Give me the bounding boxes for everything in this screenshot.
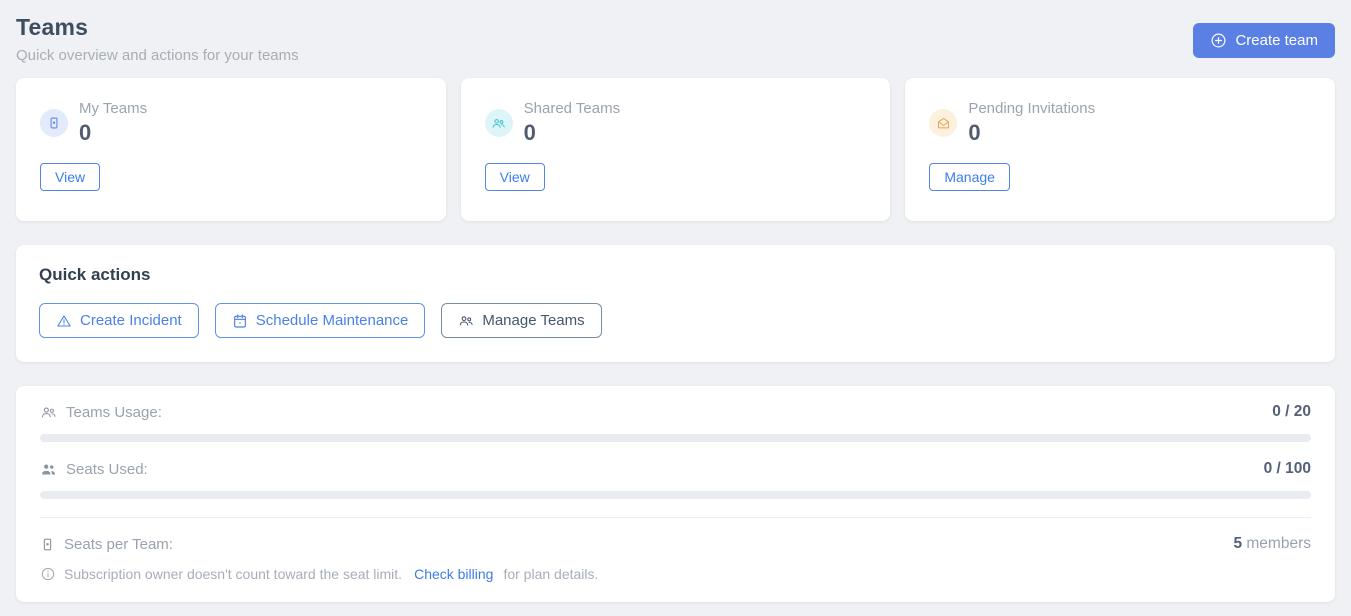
teams-usage-row: Teams Usage: 0 / 20 <box>40 403 1311 421</box>
seat-limit-note-suffix: for plan details. <box>503 566 598 582</box>
page-header-text: Teams Quick overview and actions for you… <box>16 14 299 64</box>
stat-card-value: 0 <box>524 120 620 146</box>
stat-card-top: My Teams 0 <box>40 100 422 146</box>
manage-invitations-button[interactable]: Manage <box>929 163 1010 191</box>
check-billing-link[interactable]: Check billing <box>414 566 493 582</box>
seats-per-team-value: 5 members <box>1233 535 1311 553</box>
stat-card-pending-invitations: Pending Invitations 0 Manage <box>905 78 1335 221</box>
view-my-teams-button[interactable]: View <box>40 163 100 191</box>
people-filled-icon <box>40 461 57 478</box>
usage-panel: Teams Usage: 0 / 20 Seats Used: 0 / 100 <box>16 386 1335 602</box>
group-outline-icon <box>40 404 57 421</box>
stat-card-shared-teams: Shared Teams 0 View <box>461 78 891 221</box>
manage-teams-button[interactable]: Manage Teams <box>441 303 601 338</box>
teams-usage-value: 0 / 20 <box>1272 403 1311 421</box>
stat-card-label: Pending Invitations <box>968 100 1095 117</box>
plus-circle-icon <box>1210 32 1227 49</box>
page-header: Teams Quick overview and actions for you… <box>16 14 1335 64</box>
calendar-icon <box>232 313 248 329</box>
stat-card-label: Shared Teams <box>524 100 620 117</box>
page-title: Teams <box>16 14 299 41</box>
stat-card-top: Pending Invitations 0 <box>929 100 1311 146</box>
stat-card-value: 0 <box>968 120 1095 146</box>
open-envelope-icon <box>929 109 957 137</box>
stat-card-my-teams: My Teams 0 View <box>16 78 446 221</box>
seats-used-label-group: Seats Used: <box>40 461 148 478</box>
teams-usage-progress-bar <box>40 434 1311 442</box>
create-incident-label: Create Incident <box>80 312 182 329</box>
create-team-button[interactable]: Create team <box>1193 23 1335 58</box>
stat-card-label: My Teams <box>79 100 147 117</box>
quick-actions-title: Quick actions <box>39 265 1312 285</box>
seats-per-team-label: Seats per Team: <box>64 536 173 553</box>
stat-cards-row: My Teams 0 View Shared Teams 0 View <box>16 78 1335 221</box>
seat-limit-note-text: Subscription owner doesn't count toward … <box>64 566 402 582</box>
seats-per-team-row: Seats per Team: 5 members <box>40 535 1311 553</box>
badge-icon <box>40 537 55 552</box>
seats-per-team-unit: members <box>1242 535 1311 552</box>
seats-used-row: Seats Used: 0 / 100 <box>40 460 1311 478</box>
create-incident-button[interactable]: Create Incident <box>39 303 199 338</box>
stat-card-value: 0 <box>79 120 147 146</box>
stat-card-meta: Shared Teams 0 <box>524 100 620 146</box>
manage-teams-label: Manage Teams <box>482 312 584 329</box>
page-subtitle: Quick overview and actions for your team… <box>16 47 299 64</box>
quick-actions-panel: Quick actions Create Incident Schedule M… <box>16 245 1335 362</box>
badge-icon <box>40 109 68 137</box>
people-icon <box>458 313 474 329</box>
teams-usage-label: Teams Usage: <box>66 404 162 421</box>
teams-usage-label-group: Teams Usage: <box>40 404 162 421</box>
group-icon <box>485 109 513 137</box>
seat-limit-note: Subscription owner doesn't count toward … <box>40 566 1311 582</box>
quick-actions-row: Create Incident Schedule Maintenance Man… <box>39 303 1312 338</box>
stat-card-meta: My Teams 0 <box>79 100 147 146</box>
seats-used-value: 0 / 100 <box>1264 460 1311 478</box>
stat-card-top: Shared Teams 0 <box>485 100 867 146</box>
seats-used-label: Seats Used: <box>66 461 148 478</box>
schedule-maintenance-label: Schedule Maintenance <box>256 312 409 329</box>
view-shared-teams-button[interactable]: View <box>485 163 545 191</box>
seats-per-team-label-group: Seats per Team: <box>40 536 173 553</box>
stat-card-meta: Pending Invitations 0 <box>968 100 1095 146</box>
warning-triangle-icon <box>56 313 72 329</box>
info-circle-icon <box>40 566 56 582</box>
seats-used-progress-bar <box>40 491 1311 499</box>
usage-divider <box>40 517 1311 518</box>
seats-per-team-number: 5 <box>1233 535 1242 552</box>
teams-page: Teams Quick overview and actions for you… <box>0 0 1351 616</box>
schedule-maintenance-button[interactable]: Schedule Maintenance <box>215 303 426 338</box>
create-team-label: Create team <box>1235 32 1318 49</box>
